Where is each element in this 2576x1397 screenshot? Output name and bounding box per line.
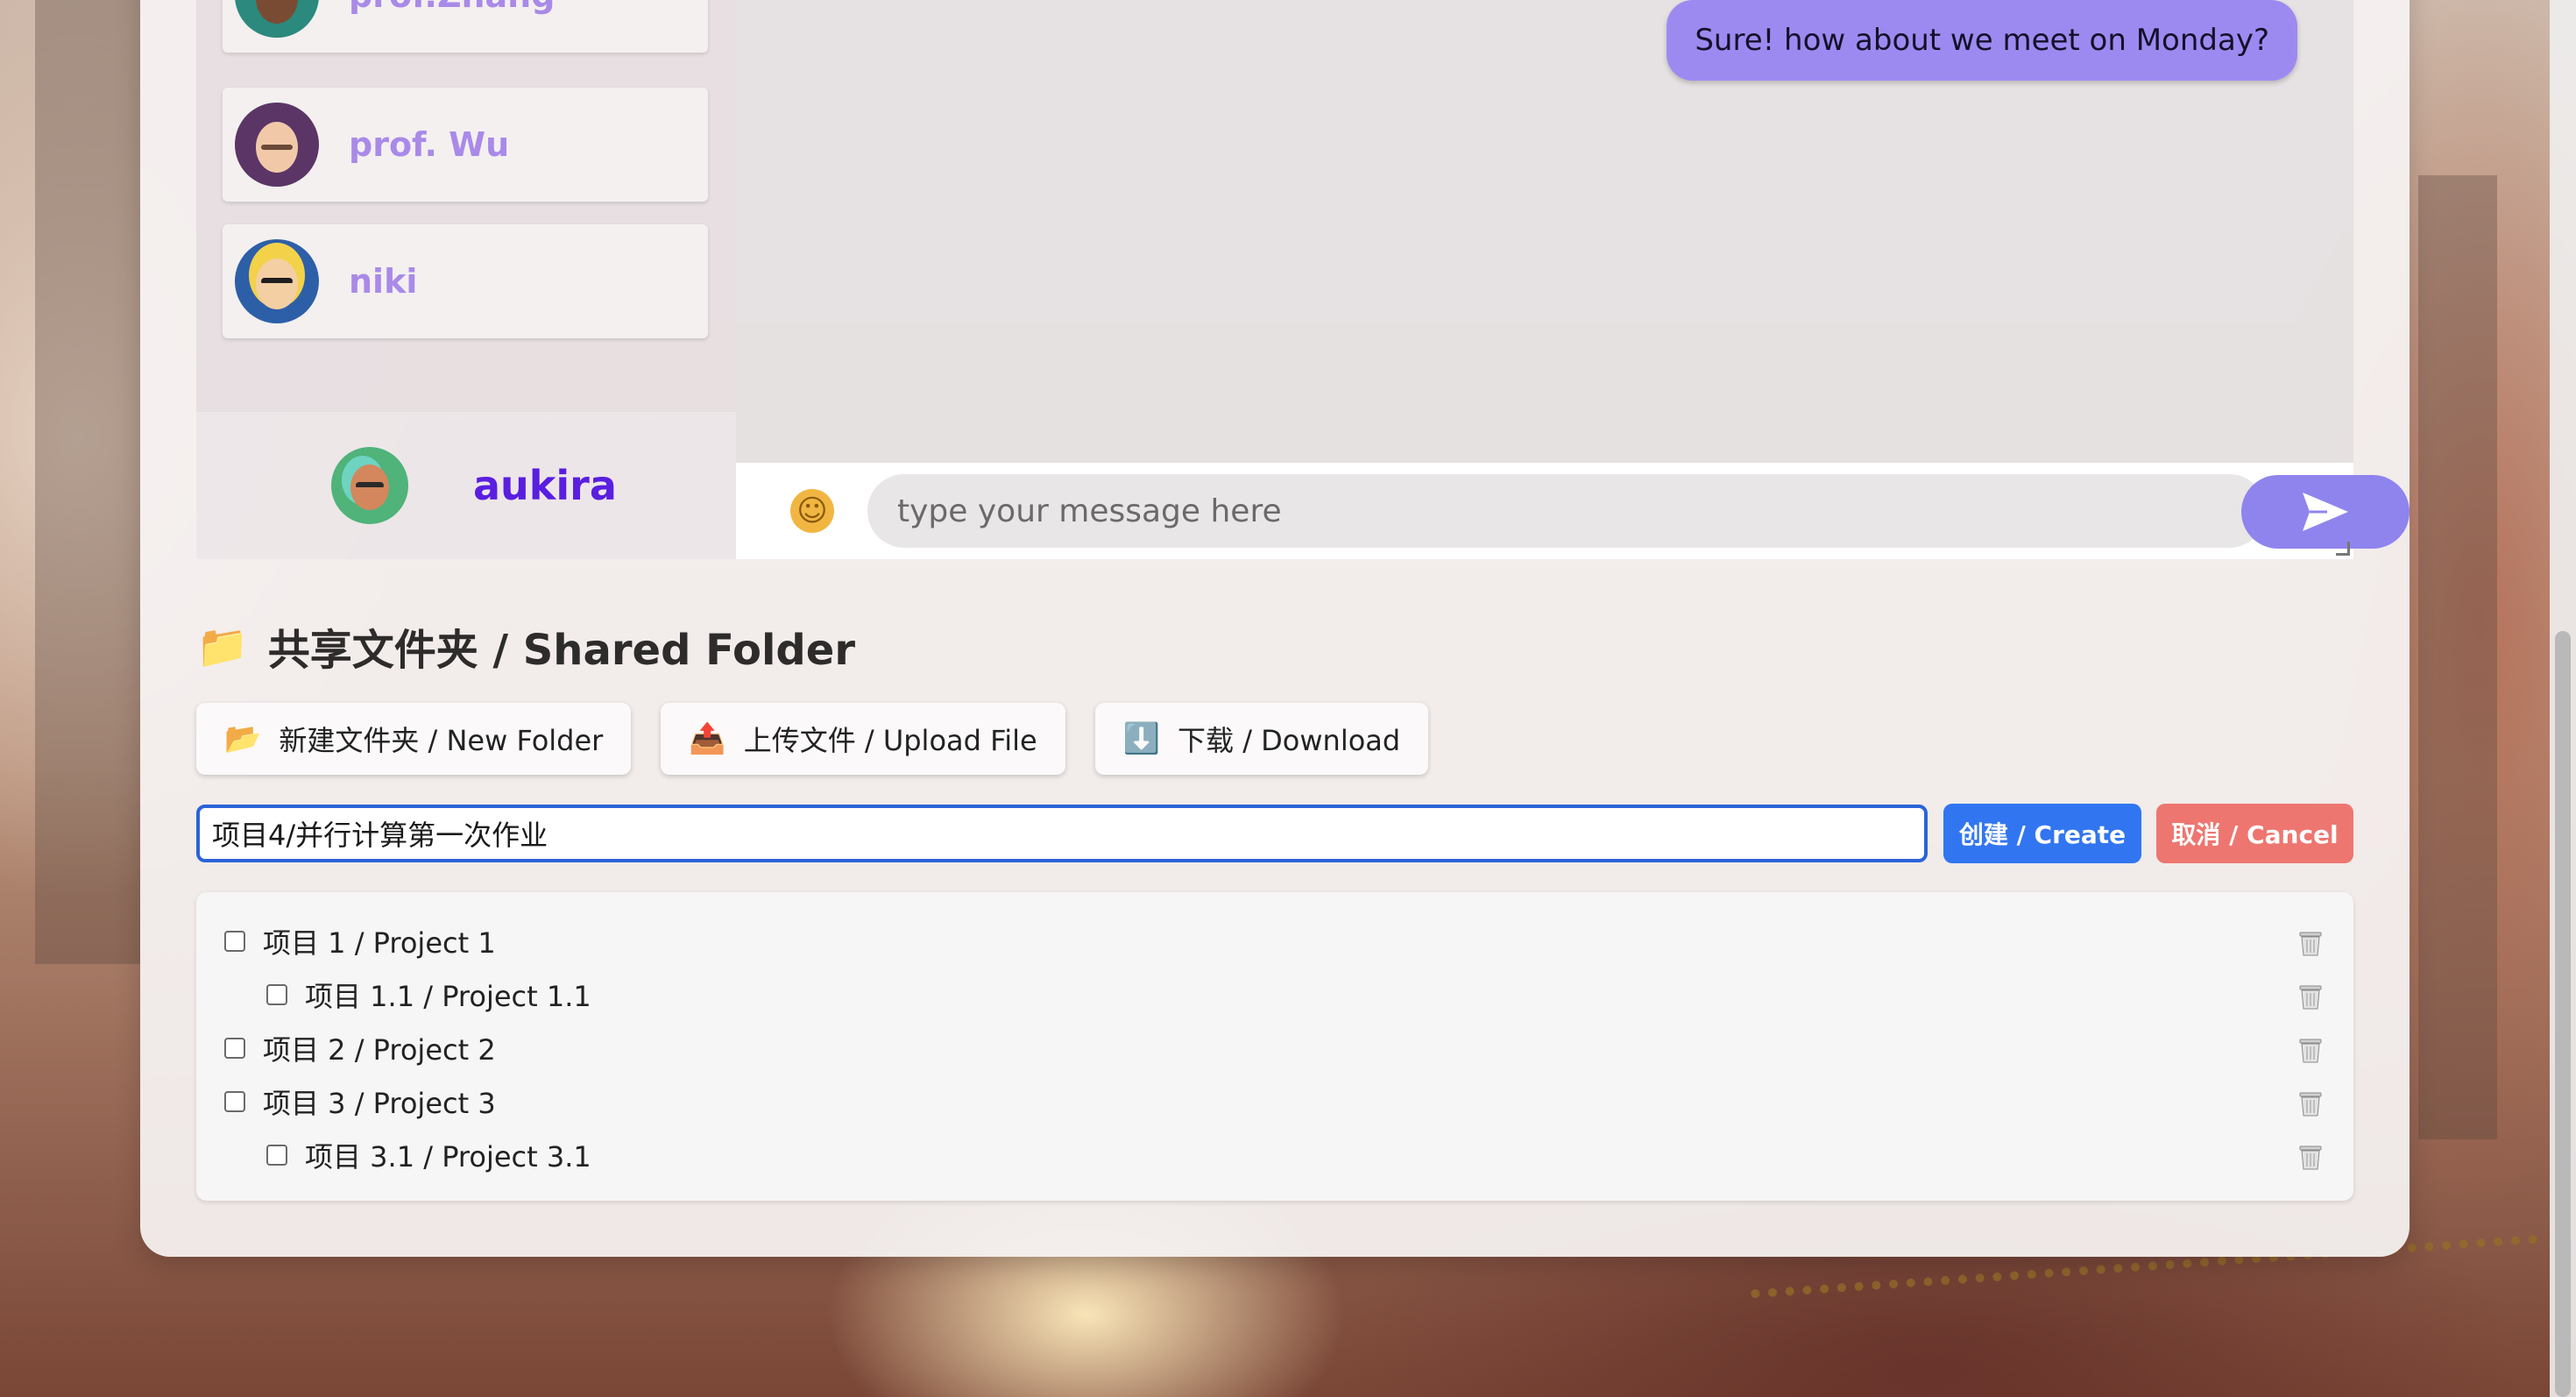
upload-tray-icon: 📤 [689, 721, 726, 756]
contact-name: niki [349, 262, 418, 301]
current-user-panel: aukira [196, 412, 736, 559]
send-button[interactable] [2241, 475, 2410, 549]
message-bubble-outgoing: Sure! how about we meet on Monday? [1667, 0, 2297, 81]
chat-app-card: prof.Zhang prof. Wu niki aukira Sure! ho… [140, 0, 2410, 1257]
avatar-niki-icon [235, 239, 319, 323]
smiley-icon[interactable]: ☺ [790, 489, 834, 533]
item-label: 项目 1 / Project 1 [263, 926, 496, 960]
upload-file-label: 上传文件 / Upload File [743, 724, 1037, 757]
open-folder-icon: 📂 [224, 721, 262, 756]
message-composer: ☺ [736, 463, 2410, 559]
contact-name: prof.Zhang [349, 0, 555, 15]
scrollbar-thumb[interactable] [2555, 631, 2571, 1397]
folder-item-project-1: 项目 1 / Project 1 [196, 917, 2353, 966]
trash-icon[interactable] [2297, 1089, 2324, 1117]
message-input[interactable] [867, 474, 2266, 548]
item-checkbox[interactable] [224, 931, 245, 952]
avatar-prof-zhang-icon [235, 0, 319, 38]
page-scrollbar[interactable] [2550, 0, 2576, 1397]
create-button[interactable]: 创建 / Create [1943, 804, 2141, 863]
current-user-name: aukira [473, 462, 617, 509]
folder-icon: 📁 [196, 621, 249, 671]
cancel-button[interactable]: 取消 / Cancel [2156, 804, 2353, 863]
avatar-prof-wu-icon [235, 103, 319, 187]
item-label: 项目 3.1 / Project 3.1 [305, 1140, 591, 1174]
item-checkbox[interactable] [266, 984, 287, 1005]
folder-toolbar: 📂 新建文件夹 / New Folder 📤 上传文件 / Upload Fil… [196, 703, 1429, 775]
contact-item-prof-zhang[interactable]: prof.Zhang [223, 0, 708, 53]
send-arrow-icon [2303, 493, 2348, 531]
item-label: 项目 3 / Project 3 [263, 1087, 496, 1120]
contact-item-niki[interactable]: niki [223, 224, 708, 338]
avatar-aukira-icon [331, 447, 408, 524]
item-checkbox[interactable] [224, 1038, 245, 1059]
download-button[interactable]: ⬇️ 下载 / Download [1094, 703, 1429, 775]
new-folder-button[interactable]: 📂 新建文件夹 / New Folder [196, 703, 632, 775]
folder-item-project-3-1: 项目 3.1 / Project 3.1 [196, 1131, 2353, 1180]
chat-messages-area: Sure! how about we meet on Monday? [736, 0, 2353, 463]
folder-item-project-2: 项目 2 / Project 2 [196, 1024, 2353, 1073]
trash-icon[interactable] [2297, 929, 2324, 957]
contact-item-prof-wu[interactable]: prof. Wu [223, 88, 708, 202]
trash-icon[interactable] [2297, 982, 2324, 1011]
new-folder-label: 新建文件夹 / New Folder [279, 724, 604, 757]
new-folder-path-input[interactable] [196, 805, 1928, 862]
folder-item-project-3: 项目 3 / Project 3 [196, 1077, 2353, 1126]
download-label: 下载 / Download [1178, 724, 1401, 757]
item-checkbox[interactable] [224, 1091, 245, 1112]
upload-file-button[interactable]: 📤 上传文件 / Upload File [661, 703, 1065, 775]
folder-item-project-1-1: 项目 1.1 / Project 1.1 [196, 970, 2353, 1019]
item-label: 项目 1.1 / Project 1.1 [305, 980, 591, 1013]
shared-folder-title: 共享文件夹 / Shared Folder [267, 626, 856, 675]
resize-handle[interactable] [2336, 542, 2350, 556]
item-checkbox[interactable] [266, 1145, 287, 1166]
shared-folder-heading: 📁 共享文件夹 / Shared Folder [196, 615, 855, 677]
contacts-panel: prof.Zhang prof. Wu niki [196, 0, 736, 412]
download-arrow-icon: ⬇️ [1122, 721, 1161, 756]
item-label: 项目 2 / Project 2 [263, 1033, 496, 1067]
trash-icon[interactable] [2297, 1036, 2324, 1064]
trash-icon[interactable] [2297, 1143, 2324, 1171]
contact-name: prof. Wu [349, 125, 510, 164]
folder-tree-list: 项目 1 / Project 1 项目 1.1 / Project 1.1 项目… [196, 892, 2353, 1201]
